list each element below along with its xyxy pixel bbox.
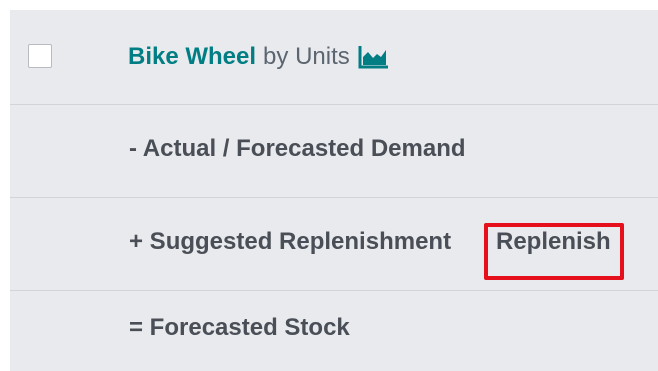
- replenish-button[interactable]: Replenish: [496, 228, 611, 256]
- replenishment-row: + Suggested Replenishment Replenish: [10, 198, 658, 291]
- forecast-panel: Bike Wheel by Units - Actual / Forecaste…: [10, 10, 658, 371]
- row-select-checkbox[interactable]: [28, 44, 52, 68]
- area-chart-icon[interactable]: [358, 44, 390, 70]
- product-name-link[interactable]: Bike Wheel: [128, 43, 256, 71]
- stock-row: = Forecasted Stock: [10, 291, 658, 371]
- product-title: Bike Wheel by Units: [128, 43, 390, 71]
- suggested-replenishment-label: + Suggested Replenishment: [129, 228, 452, 255]
- unit-label: by Units: [263, 43, 350, 70]
- demand-row: - Actual / Forecasted Demand: [10, 105, 658, 198]
- demand-label: - Actual / Forecasted Demand: [129, 135, 466, 162]
- product-row: Bike Wheel by Units: [10, 10, 658, 105]
- forecasted-stock-label: = Forecasted Stock: [129, 314, 350, 341]
